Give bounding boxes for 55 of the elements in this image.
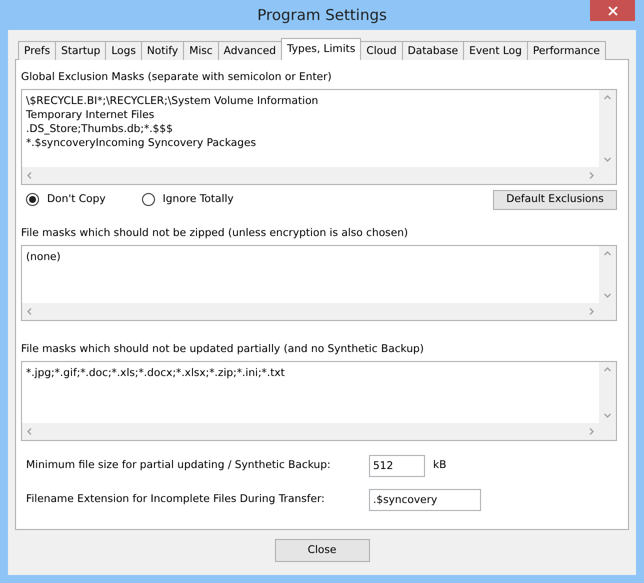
horizontal-scrollbar[interactable] bbox=[22, 302, 599, 320]
text-line: *.jpg;*.gif;*.doc;*.xls;*.docx;*.xlsx;*.zip;*.ini;*.txt bbox=[26, 366, 286, 380]
radio-label: Don't Copy bbox=[47, 192, 106, 207]
tab[interactable]: Cloud bbox=[360, 41, 403, 60]
scroll-up-icon[interactable] bbox=[604, 250, 611, 257]
scroll-left-icon[interactable] bbox=[26, 428, 33, 435]
scroll-up-icon[interactable] bbox=[604, 94, 611, 101]
input-field[interactable]: .$syncovery bbox=[369, 488, 481, 511]
unit-label: kB bbox=[433, 458, 446, 473]
scroll-right-icon[interactable] bbox=[588, 172, 595, 179]
close-button[interactable] bbox=[590, 0, 635, 21]
radio-button[interactable] bbox=[142, 193, 155, 206]
horizontal-scrollbar[interactable] bbox=[22, 166, 599, 184]
window-title: Program Settings bbox=[257, 5, 387, 26]
scroll-right-icon[interactable] bbox=[588, 428, 595, 435]
text-line: \$RECYCLE.BI*;\RECYCLER;\System Volume Information bbox=[26, 94, 320, 108]
text-area-field[interactable]: (none) bbox=[21, 244, 617, 321]
radio-button[interactable] bbox=[26, 193, 39, 206]
horizontal-scrollbar[interactable] bbox=[22, 422, 599, 440]
close-button[interactable]: Close bbox=[274, 539, 370, 562]
scroll-down-icon[interactable] bbox=[604, 156, 611, 163]
scroll-down-icon[interactable] bbox=[604, 412, 611, 419]
field-label: Minimum file size for partial updating / Synthetic Backup: bbox=[26, 458, 332, 473]
scroll-right-icon[interactable] bbox=[588, 308, 595, 315]
tab[interactable]: Misc bbox=[183, 41, 219, 60]
tab[interactable]: Types, Limits bbox=[280, 38, 362, 60]
tab[interactable]: Advanced bbox=[218, 41, 282, 60]
field-label: Global Exclusion Masks (separate with semicolon or Enter) bbox=[21, 70, 333, 85]
vertical-scrollbar[interactable] bbox=[599, 90, 616, 167]
tab[interactable]: Event Log bbox=[463, 41, 528, 60]
text-line: .DS_Store;Thumbs.db;*.$$$ bbox=[26, 122, 174, 136]
tab[interactable]: Prefs bbox=[18, 41, 56, 60]
tab[interactable]: Notify bbox=[140, 41, 184, 60]
radio-label: Ignore Totally bbox=[162, 192, 234, 207]
tab[interactable]: Database bbox=[402, 41, 464, 60]
text-area-field[interactable]: *.jpg;*.gif;*.doc;*.xls;*.docx;*.xlsx;*.zip;*.ini;*.txt bbox=[21, 360, 617, 441]
tab[interactable]: Startup bbox=[55, 41, 106, 60]
vertical-scrollbar[interactable] bbox=[599, 246, 616, 303]
input-field[interactable]: 512 bbox=[369, 454, 425, 477]
tab[interactable]: Logs bbox=[105, 41, 142, 60]
field-label: File masks which should not be updated partially (and no Synthetic Backup) bbox=[21, 342, 425, 357]
default-exclusions-button[interactable]: Default Exclusions bbox=[493, 190, 617, 210]
text-line: *.$syncoveryIncoming Syncovery Packages bbox=[26, 136, 258, 150]
vertical-scrollbar[interactable] bbox=[599, 362, 616, 423]
field-label: File masks which should not be zipped (unless encryption is also chosen) bbox=[21, 226, 410, 241]
tab[interactable]: Performance bbox=[526, 41, 606, 60]
close-icon bbox=[608, 6, 618, 16]
field-label: Filename Extension for Incomplete Files During Transfer: bbox=[26, 492, 326, 507]
scroll-down-icon[interactable] bbox=[604, 292, 611, 299]
scroll-up-icon[interactable] bbox=[604, 366, 611, 373]
scroll-left-icon[interactable] bbox=[26, 308, 33, 315]
text-line: (none) bbox=[26, 250, 62, 264]
text-area-field[interactable]: \$RECYCLE.BI*;\RECYCLER;\System Volume Information Temporary Internet Files .DS_Store;Thumbs.db;*.$$$ *.$syncoveryIncoming Syncovery Packages bbox=[21, 88, 617, 185]
text-line: Temporary Internet Files bbox=[26, 108, 156, 122]
scroll-left-icon[interactable] bbox=[26, 172, 33, 179]
